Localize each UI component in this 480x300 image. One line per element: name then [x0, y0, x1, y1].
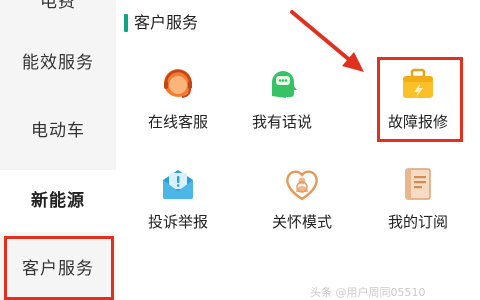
service-my-subscription[interactable]: 我的订阅	[364, 166, 472, 246]
section-title: 客户服务	[134, 13, 199, 32]
sidebar-item-electricity-bill[interactable]: 电费	[0, 0, 116, 14]
service-label: 故障报修	[387, 113, 448, 131]
sidebar-nav: 电费 能效服务 电动车 新能源 客户服务	[0, 0, 116, 300]
service-label: 在线客服	[147, 113, 208, 131]
annotation-arrow	[290, 10, 364, 72]
care-heart-icon	[286, 170, 318, 201]
complaint-envelope-icon	[163, 170, 193, 199]
service-label: 投诉举报	[147, 213, 208, 231]
sidebar-item-customer-service[interactable]: 客户服务	[0, 238, 116, 300]
sidebar-item-energy-efficiency[interactable]: 能效服务	[0, 50, 116, 76]
sidebar-item-electric-vehicle[interactable]: 电动车	[0, 118, 116, 144]
service-care-mode[interactable]: 关怀模式	[248, 166, 356, 246]
service-online-support[interactable]: 在线客服	[124, 66, 232, 146]
service-label: 关怀模式	[271, 213, 332, 231]
repair-toolbox-icon	[403, 68, 433, 98]
section-accent-bar	[124, 14, 128, 32]
service-label: 我有话说	[251, 113, 312, 131]
watermark-text: 头条 @用户周同05510	[310, 286, 426, 299]
service-complaint[interactable]: 投诉举报	[124, 166, 232, 246]
sidebar-item-new-energy[interactable]: 新能源	[0, 170, 116, 232]
subscription-book-icon	[405, 168, 431, 200]
customer-service-headset-icon	[164, 69, 192, 98]
service-label: 我的订阅	[387, 213, 448, 231]
service-fault-repair[interactable]: 故障报修	[364, 66, 472, 146]
